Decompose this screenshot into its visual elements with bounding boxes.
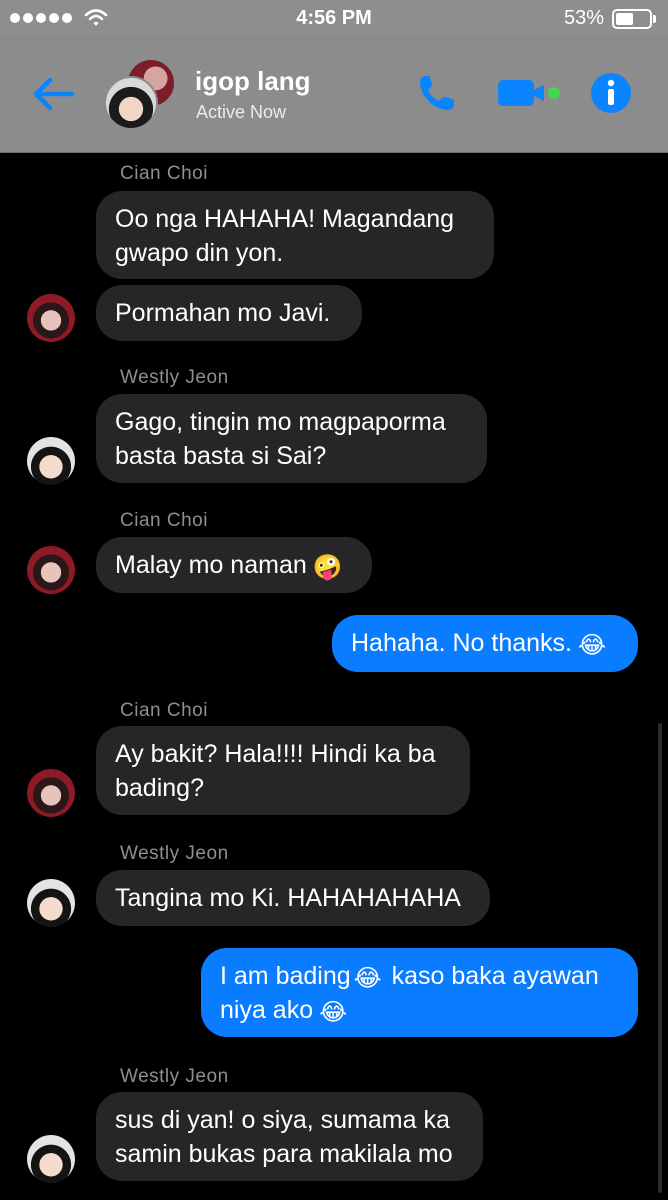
message-text-line: Ay bakit? Hala!!!! Hindi ka ba <box>115 740 436 768</box>
tears-of-joy-emoji-icon: 😂 <box>319 999 348 1026</box>
conversation-title[interactable]: igop lang <box>195 66 311 97</box>
message-text-line: Tangina mo Ki. HAHAHAHAHA <box>115 884 461 912</box>
avatar[interactable] <box>27 769 75 817</box>
incoming-message-bubble[interactable]: Tangina mo Ki. HAHAHAHAHA <box>96 870 490 926</box>
message-text-line: samin bukas para makilala mo <box>115 1140 453 1168</box>
outgoing-message-bubble[interactable]: Hahaha. No thanks. 😂 <box>332 615 638 672</box>
avatar[interactable] <box>27 1135 75 1183</box>
outgoing-message-bubble[interactable]: I am bading 😂 kaso baka ayawan niya ako 😂 <box>201 948 638 1037</box>
message-text-line: Oo nga HAHAHA! Magandang <box>115 205 455 233</box>
message-text-line: Pormahan mo Javi. <box>115 299 331 327</box>
incoming-message-bubble[interactable]: Ay bakit? Hala!!!! Hindi ka ba bading? <box>96 726 470 815</box>
avatar[interactable] <box>27 294 75 342</box>
incoming-message-bubble[interactable]: Pormahan mo Javi. <box>96 285 362 341</box>
avatar[interactable] <box>27 437 75 485</box>
message-text: kaso baka ayawan <box>391 962 599 990</box>
sender-name: Westly Jeon <box>120 1066 229 1087</box>
tears-of-joy-emoji-icon: 😂 <box>353 965 382 992</box>
back-arrow-icon[interactable] <box>30 74 76 114</box>
message-text-line: gwapo din yon. <box>115 239 284 267</box>
message-list[interactable]: Cian Choi Oo nga HAHAHA! Magandang gwapo… <box>0 153 668 1200</box>
phone-icon[interactable] <box>416 72 458 114</box>
status-bar: 4:56 PM 53% <box>0 0 668 36</box>
incoming-message-bubble[interactable]: Oo nga HAHAHA! Magandang gwapo din yon. <box>96 191 494 279</box>
tears-of-joy-emoji-icon: 😂 <box>577 632 607 659</box>
scrollbar[interactable] <box>658 723 662 1193</box>
sender-name: Westly Jeon <box>120 367 229 388</box>
video-camera-icon[interactable] <box>496 76 562 110</box>
conversation-header: igop lang Active Now <box>0 36 668 153</box>
avatar[interactable] <box>27 879 75 927</box>
sender-name: Cian Choi <box>120 510 208 531</box>
battery-icon <box>612 9 656 29</box>
battery-level-fill <box>616 13 633 25</box>
message-text-line: Gago, tingin mo magpaporma <box>115 408 446 436</box>
incoming-message-bubble[interactable]: sus di yan! o siya, sumama ka samin buka… <box>96 1092 483 1181</box>
message-text: Hahaha. No thanks. <box>351 629 572 657</box>
sender-name: Cian Choi <box>120 163 208 184</box>
group-avatar-member-2 <box>104 76 158 130</box>
message-text: I am bading <box>220 962 351 990</box>
sender-name: Cian Choi <box>120 700 208 721</box>
message-text-line: basta basta si Sai? <box>115 442 327 470</box>
incoming-message-bubble[interactable]: Malay mo naman 🤪 <box>96 537 372 593</box>
message-text: niya ako <box>220 996 314 1024</box>
message-text-line: bading? <box>115 774 204 802</box>
incoming-message-bubble[interactable]: Gago, tingin mo magpaporma basta basta s… <box>96 394 487 483</box>
battery-percent: 53% <box>563 7 604 29</box>
group-avatar[interactable] <box>104 58 176 130</box>
crazy-face-emoji-icon: 🤪 <box>312 554 343 581</box>
message-text-line: sus di yan! o siya, sumama ka <box>115 1106 450 1134</box>
message-text: Malay mo naman <box>115 551 307 579</box>
avatar[interactable] <box>27 546 75 594</box>
info-icon[interactable] <box>589 71 633 115</box>
sender-name: Westly Jeon <box>120 843 229 864</box>
active-status: Active Now <box>196 102 287 122</box>
